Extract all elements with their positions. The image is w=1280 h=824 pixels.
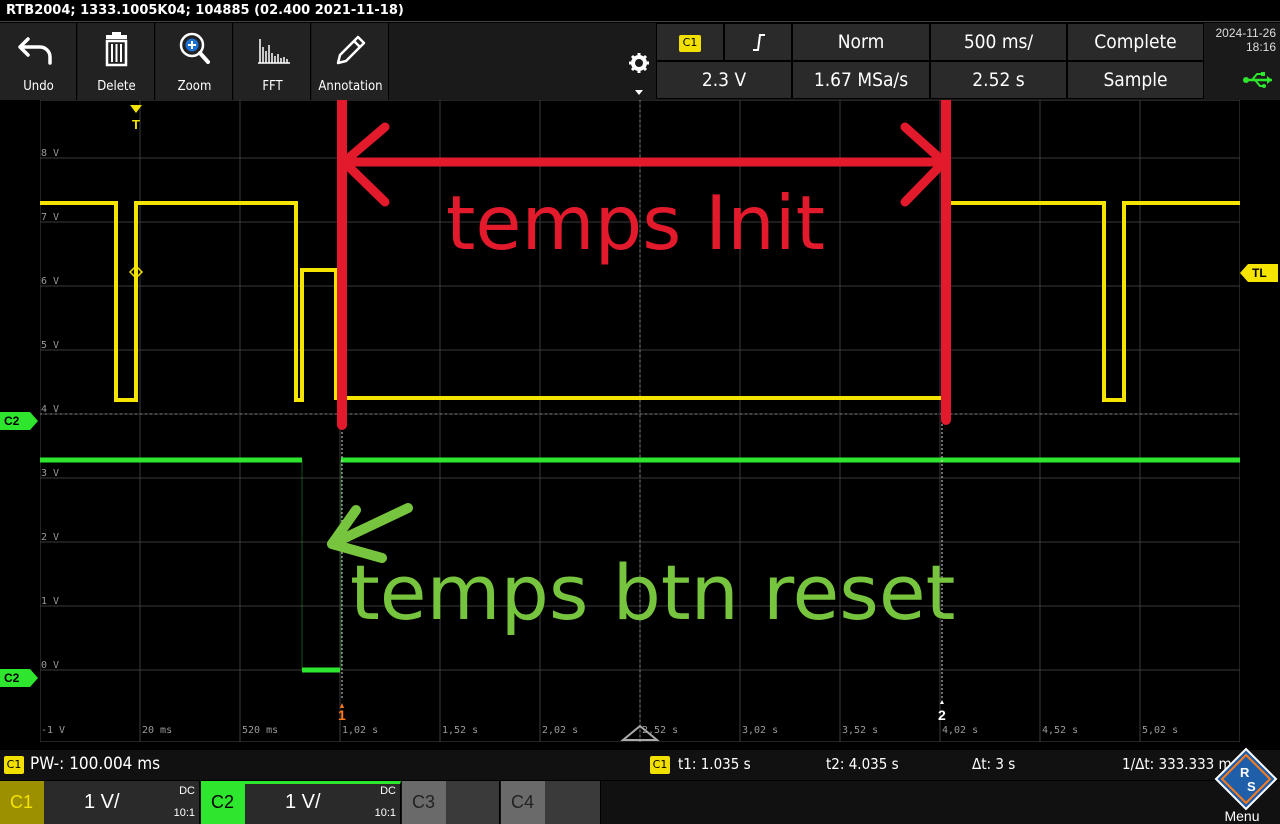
cursor-t2-readout: t2: 4.035 s	[826, 755, 899, 773]
reset-annotation-text: temps btn reset	[350, 548, 956, 637]
channel-c2-ratio: 10:1	[374, 807, 396, 819]
rising-edge-icon	[753, 34, 765, 51]
time-text: 18:16	[1245, 40, 1276, 54]
menu-button[interactable]: R S Menu	[1204, 747, 1280, 824]
channel-c4-tab[interactable]: C4	[501, 781, 601, 824]
fft-label: FFT	[262, 79, 283, 94]
measurement-status-row: C1 PW-: 100.004 ms C1 t1: 1.035 s t2: 4.…	[0, 750, 1280, 780]
x-label: 1,52 s	[442, 725, 479, 736]
cursor-1-label[interactable]: 1	[338, 707, 346, 723]
menu-label: Menu	[1224, 808, 1260, 824]
y-label-6v: 6 V	[41, 276, 60, 287]
channel-c1-coupling: DC	[179, 785, 195, 797]
rohde-schwarz-logo: R S	[1214, 747, 1278, 811]
y-label-1v: 1 V	[41, 596, 60, 607]
channel-c1-ratio: 10:1	[173, 807, 195, 819]
sample-rate-cell[interactable]: 1.67 MSa/s	[792, 61, 930, 99]
fft-button[interactable]: FFT	[234, 23, 311, 100]
trigger-level-cell[interactable]: 2.3 V	[656, 61, 792, 99]
datetime-panel: 2024-11-26 18:16	[1204, 23, 1280, 100]
pulse-width-measurement[interactable]: PW-: 100.004 ms	[30, 754, 160, 774]
waveform-display[interactable]: 8 V 7 V 6 V 5 V 4 V 3 V 2 V 1 V 0 V -1 V…	[0, 100, 1280, 750]
ch2-offset-marker[interactable]: C2	[0, 412, 40, 430]
undo-button[interactable]: Undo	[0, 23, 77, 100]
x-label: 2,02 s	[542, 725, 579, 736]
acquisition-mode-cell[interactable]: Sample	[1067, 61, 1204, 99]
zoom-plus-icon	[179, 32, 210, 64]
dropdown-arrow-icon	[635, 90, 643, 95]
delete-label: Delete	[97, 79, 136, 94]
usb-icon	[1243, 72, 1272, 88]
x-label: 20 ms	[142, 725, 173, 736]
svg-text:S: S	[1247, 779, 1256, 794]
channel-c1-scale: 1 V/	[84, 791, 120, 813]
cursor-2-label[interactable]: 2	[938, 707, 946, 723]
x-label: 4,02 s	[942, 725, 979, 736]
annotation-label: Annotation	[318, 79, 383, 94]
trigger-mode-cell[interactable]: Norm	[792, 23, 930, 61]
channel-c4-name: C4	[511, 792, 535, 812]
channel-c2-coupling: DC	[380, 785, 396, 797]
ch2-ground-marker[interactable]: C2	[0, 669, 40, 687]
cursor-delta-readout: Δt: 3 s	[972, 755, 1016, 773]
toolbar: Undo Delete Zoom FFT Annotation C1 Norm …	[0, 23, 1280, 100]
y-label-0v: 0 V	[41, 660, 60, 671]
x-label: 5,02 s	[1142, 725, 1179, 736]
fft-spectrum-icon	[258, 39, 290, 64]
trigger-down-arrow-icon	[130, 105, 142, 113]
y-label-2v: 2 V	[41, 532, 60, 543]
y-label-5v: 5 V	[41, 340, 60, 351]
trigger-slope-cell[interactable]	[724, 23, 792, 61]
y-label-8v: 8 V	[41, 148, 60, 159]
init-annotation-text: temps Init	[446, 179, 826, 267]
y-label-7v: 7 V	[41, 212, 60, 223]
delete-button[interactable]: Delete	[78, 23, 155, 100]
cursor-channel-badge: C1	[650, 756, 670, 774]
undo-label: Undo	[23, 79, 54, 94]
pencil-icon	[336, 35, 366, 65]
y-label-4v: 4 V	[41, 404, 60, 415]
settings-button[interactable]	[622, 23, 654, 100]
device-info-text: RTB2004; 1333.1005K04; 104885 (02.400 20…	[6, 3, 404, 18]
trash-icon	[105, 32, 128, 67]
channel-c2-scale: 1 V/	[285, 791, 321, 813]
zoom-button[interactable]: Zoom	[156, 23, 233, 100]
channel-c1-name: C1	[10, 792, 34, 812]
x-label: 3,02 s	[742, 725, 779, 736]
date-text: 2024-11-26	[1215, 26, 1277, 40]
x-label: 4,52 s	[1042, 725, 1079, 736]
zoom-label: Zoom	[177, 79, 212, 94]
trigger-source-cell[interactable]: C1	[656, 23, 724, 61]
acquisition-state-cell[interactable]: Complete	[1067, 23, 1204, 61]
trigger-source-badge: C1	[679, 35, 701, 52]
y-label-minus1v: -1 V	[41, 725, 66, 736]
svg-text:R: R	[1240, 765, 1250, 780]
device-info-bar: RTB2004; 1333.1005K04; 104885 (02.400 20…	[0, 0, 1280, 22]
channel-c3-name: C3	[412, 792, 436, 812]
annotation-button[interactable]: Annotation	[312, 23, 389, 100]
measurement-channel-badge: C1	[4, 756, 24, 774]
y-label-3v: 3 V	[41, 468, 60, 479]
channel-c2-name: C2	[211, 792, 235, 812]
cursor-t1-readout: t1: 1.035 s	[678, 755, 751, 773]
x-label: 520 ms	[242, 725, 279, 736]
x-label: 1,02 s	[342, 725, 379, 736]
trigger-time-marker[interactable]: T	[129, 101, 143, 131]
channel-c1-tab[interactable]: C1 1 V/ DC 10:1	[0, 781, 200, 824]
trigger-level-marker[interactable]: TL	[1240, 264, 1278, 282]
record-time-cell[interactable]: 2.52 s	[930, 61, 1067, 99]
channel-c2-tab[interactable]: C2 1 V/ DC 10:1	[201, 781, 401, 824]
x-label: 2,52 s	[642, 725, 679, 736]
channel-c3-tab[interactable]: C3	[402, 781, 500, 824]
undo-arrow-icon	[18, 37, 52, 65]
channel-bar: C1 1 V/ DC 10:1 C2 1 V/ DC 10:1 C3 C4 R …	[0, 747, 1280, 824]
x-label: 3,52 s	[842, 725, 879, 736]
timebase-cell[interactable]: 500 ms/	[930, 23, 1067, 61]
gear-icon	[629, 53, 649, 95]
